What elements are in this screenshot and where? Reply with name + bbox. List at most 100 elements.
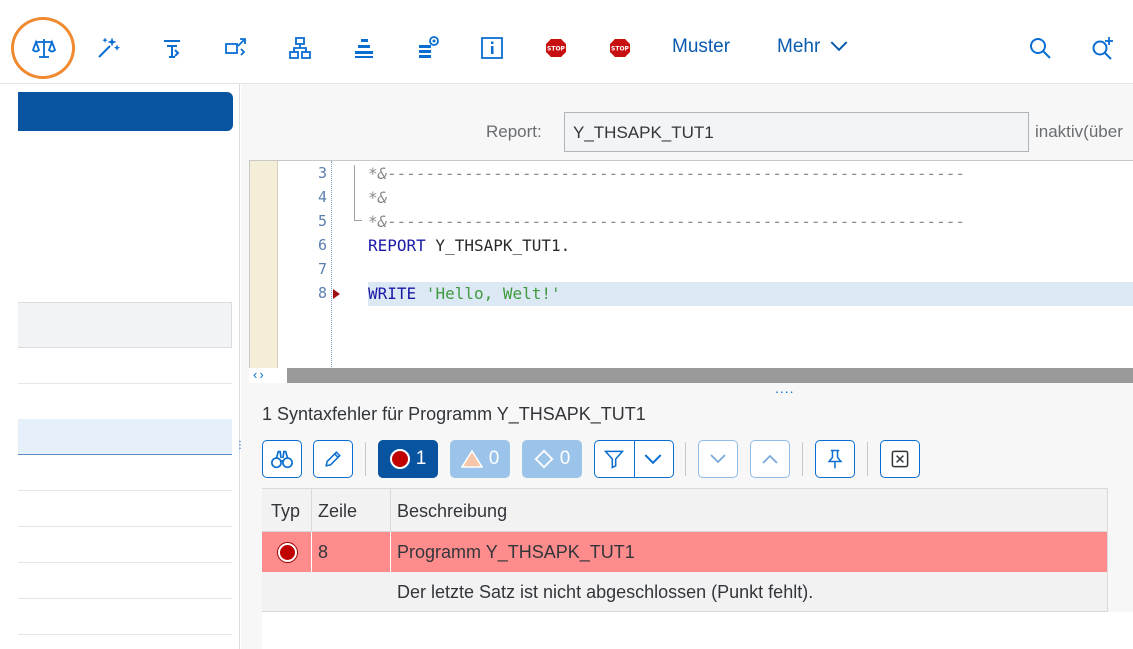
horizontal-scrollbar[interactable]: ‹› (249, 368, 1133, 383)
main-toolbar: STOP STOP Muster Mehr (0, 0, 1133, 84)
error-dot-icon (278, 543, 297, 562)
navigation-header[interactable] (18, 92, 233, 131)
code-line-3: *&--------------------------------------… (368, 164, 966, 183)
toolbar-separator (365, 442, 366, 476)
list-item-selected[interactable] (18, 419, 232, 455)
table-row[interactable]: 8 Programm Y_THSAPK_TUT1 (262, 532, 1107, 572)
comment-fold-bracket (354, 165, 362, 221)
horizontal-splitter-handle[interactable]: .... (775, 381, 795, 395)
mehr-menu-button[interactable]: Mehr (777, 36, 848, 58)
code-string: 'Hello, Welt!' (416, 284, 561, 303)
navigate-icon (225, 38, 246, 56)
svg-text:STOP: STOP (547, 46, 566, 53)
table-scroll-column (1107, 488, 1133, 612)
column-divider (311, 532, 312, 572)
pencil-icon (325, 451, 341, 467)
list-item[interactable] (18, 563, 232, 599)
hierarchy-button[interactable] (280, 28, 320, 68)
magic-wand-icon (98, 37, 121, 58)
close-messages-button[interactable] (880, 440, 920, 478)
report-name-field[interactable]: Y_THSAPK_TUT1 (564, 112, 1029, 152)
code-keyword: REPORT (368, 236, 426, 255)
row-detail-text: Der letzte Satz ist nicht abgeschlossen … (397, 582, 814, 602)
toolbar-separator (802, 442, 803, 476)
binoculars-icon (271, 450, 293, 469)
column-header-zeile[interactable]: Zeile (318, 501, 357, 522)
hierarchy-icon (289, 37, 311, 59)
previous-message-button[interactable] (750, 440, 790, 478)
code-text: Y_THSAPK_TUT1. (425, 236, 571, 255)
chevron-down-icon (830, 41, 847, 52)
line-number: 3 (317, 164, 327, 182)
report-status: inaktiv(über (1035, 122, 1123, 141)
chevron-up-icon (762, 454, 778, 464)
line-number: 7 (317, 260, 327, 278)
balance-scale-icon (31, 39, 57, 58)
svg-text:STOP: STOP (611, 46, 630, 53)
split-divider (634, 441, 635, 477)
table-row-detail: Der letzte Satz ist nicht abgeschlossen … (262, 572, 1107, 612)
toolbar-separator (685, 442, 686, 476)
search-plus-button[interactable] (1083, 28, 1123, 68)
list-item[interactable] (18, 348, 232, 384)
error-dot-icon (389, 449, 410, 469)
database-view-icon (419, 36, 439, 58)
edit-button[interactable] (313, 440, 353, 478)
warnings-filter-button[interactable]: 0 (450, 440, 510, 478)
list-item[interactable] (18, 527, 232, 563)
code-editor[interactable]: 3 4 5 6 7 8 *&--------------------------… (249, 160, 1133, 369)
scroll-arrows-icon[interactable]: ‹› (249, 368, 287, 383)
navigation-panel (0, 84, 240, 649)
syntax-error-title: 1 Syntaxfehler für Programm Y_THSAPK_TUT… (262, 404, 646, 424)
stop-breakpoint-icon: STOP (546, 39, 566, 57)
warning-count: 0 (488, 448, 500, 469)
errors-filter-button[interactable]: 1 (378, 440, 438, 478)
search-button[interactable] (1020, 28, 1060, 68)
check-syntax-button[interactable] (24, 28, 64, 68)
info-icon (481, 37, 503, 59)
editor-area: Report: Y_THSAPK_TUT1 inaktiv(über 3 4 5… (241, 84, 1133, 649)
object-list-button[interactable] (344, 28, 384, 68)
info-button[interactable] (472, 28, 512, 68)
muster-button[interactable]: Muster (672, 36, 730, 58)
vertical-splitter-handle[interactable]: ⋮ (235, 441, 245, 451)
pretty-printer-button[interactable] (88, 28, 128, 68)
stop-session-breakpoint-icon: STOP (610, 39, 630, 57)
line-number: 6 (317, 236, 327, 254)
column-header-beschreibung[interactable]: Beschreibung (397, 501, 507, 522)
code-line-8: WRITE 'Hello, Welt!' (368, 284, 561, 303)
breakpoint-button[interactable]: STOP (536, 28, 576, 68)
chevron-down-icon (710, 454, 726, 464)
list-item[interactable] (18, 599, 232, 635)
activate-icon (164, 40, 180, 58)
search-plus-icon (1092, 37, 1113, 60)
filter-icon (603, 450, 625, 469)
pin-button[interactable] (815, 440, 855, 478)
warning-triangle-icon (460, 449, 483, 468)
column-header-typ[interactable]: Typ (271, 501, 300, 522)
chevron-down-icon (644, 453, 662, 464)
diamond-icon (534, 449, 554, 469)
database-view-button[interactable] (408, 28, 448, 68)
list-item[interactable] (18, 455, 232, 491)
filter-menu-button[interactable] (594, 440, 674, 478)
navigate-button[interactable] (216, 28, 256, 68)
info-filter-button[interactable]: 0 (522, 440, 582, 478)
row-description: Programm Y_THSAPK_TUT1 (397, 542, 635, 562)
details-button[interactable] (262, 440, 302, 478)
list-item[interactable] (18, 384, 232, 420)
line-number: 5 (317, 212, 327, 230)
code-line-4: *& (368, 188, 388, 207)
activate-button[interactable] (152, 28, 192, 68)
report-label: Report: (486, 122, 542, 141)
info-count: 0 (559, 448, 571, 469)
session-breakpoint-button[interactable]: STOP (600, 28, 640, 68)
line-numbers: 3 4 5 6 7 8 (278, 161, 332, 369)
editor-gutter[interactable] (250, 161, 278, 369)
list-item[interactable] (18, 491, 232, 527)
search-icon (1030, 38, 1051, 59)
next-message-button[interactable] (698, 440, 738, 478)
close-icon (891, 450, 909, 468)
code-keyword: WRITE (368, 284, 417, 303)
toolbar-separator (867, 442, 868, 476)
